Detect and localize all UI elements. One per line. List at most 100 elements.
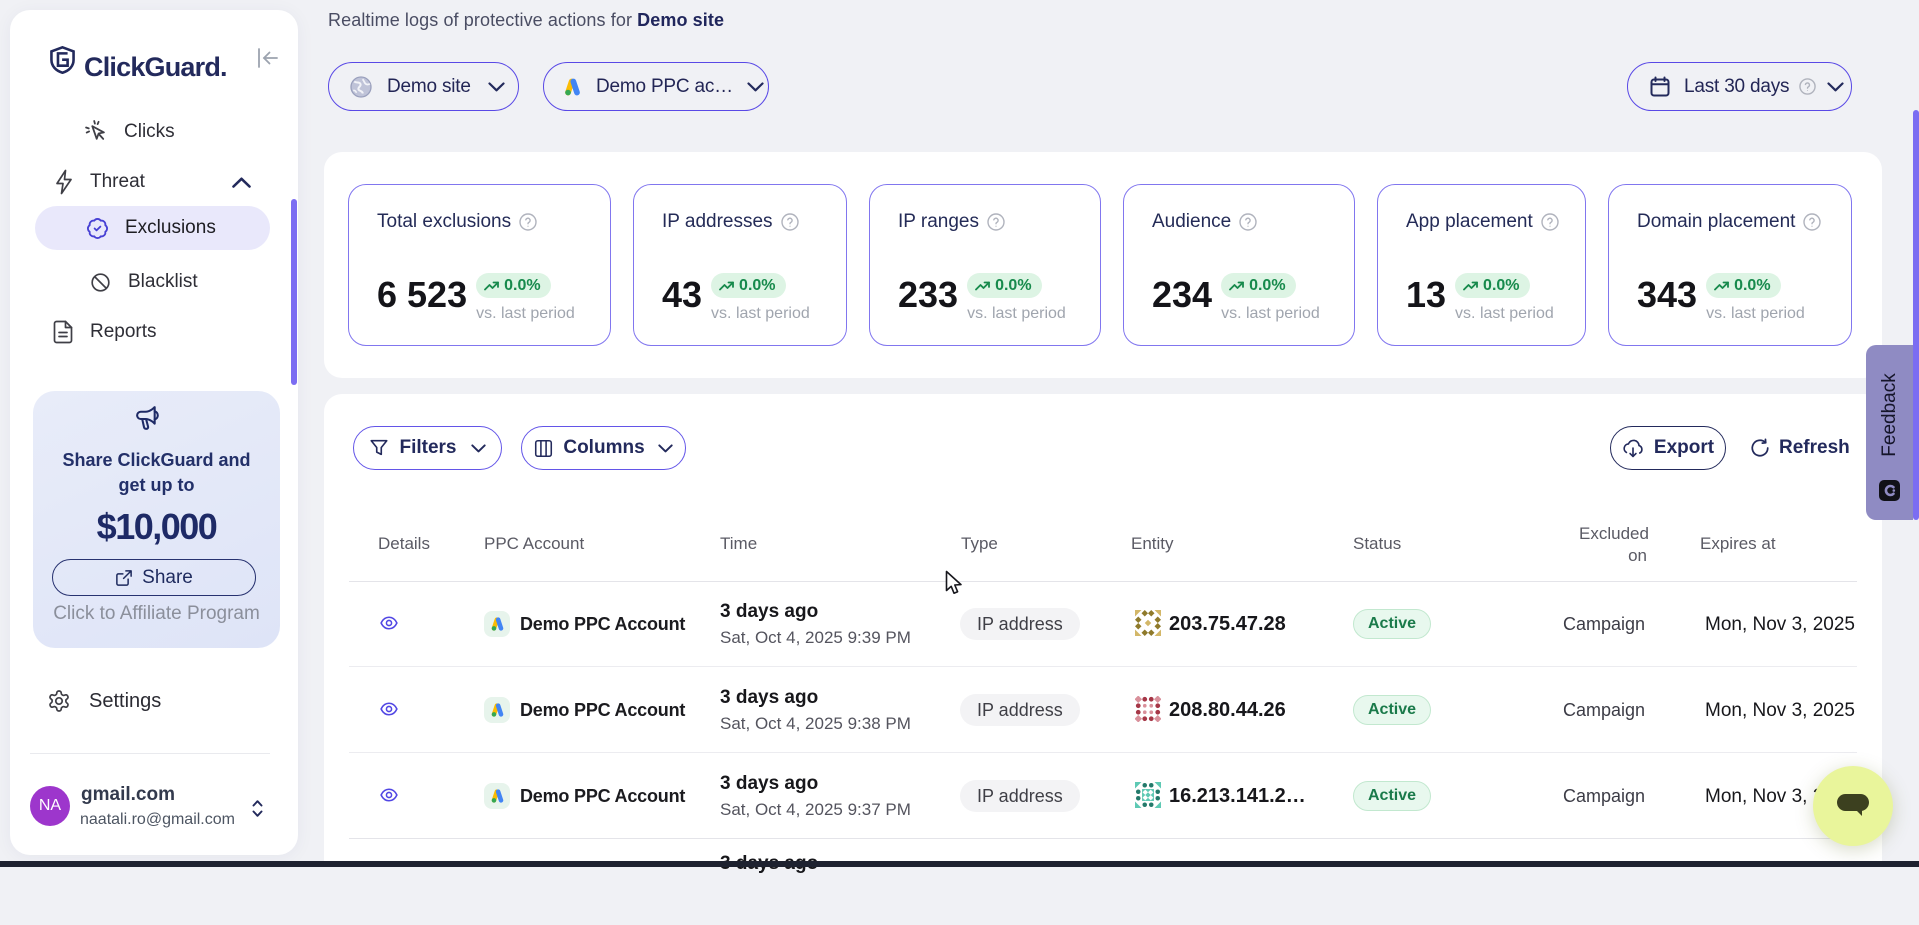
columns-button[interactable]: Columns bbox=[521, 426, 686, 470]
sidebar-item-label: Settings bbox=[89, 690, 161, 713]
col-header-excluded-on[interactable]: Excludedon bbox=[1579, 523, 1647, 567]
type-badge: IP address bbox=[960, 608, 1080, 640]
feedback-tab[interactable]: Feedback bbox=[1866, 345, 1913, 520]
eye-icon[interactable] bbox=[380, 702, 398, 721]
col-header-excluded-line1: Excluded bbox=[1579, 524, 1649, 543]
ban-icon bbox=[90, 272, 111, 293]
page-scrollbar-thumb[interactable] bbox=[1913, 110, 1919, 520]
chevron-down-icon bbox=[488, 82, 505, 92]
badge-check-icon bbox=[86, 217, 109, 240]
time-cell: 3 days ago Sat, Oct 4, 2025 9:38 PM bbox=[720, 687, 911, 734]
stat-title: IP ranges bbox=[898, 211, 979, 233]
chevrons-up-down-icon bbox=[251, 799, 264, 818]
help-circle-icon[interactable] bbox=[1239, 213, 1257, 231]
sidebar-item-clicks[interactable]: Clicks bbox=[84, 108, 175, 156]
site-selector[interactable]: Demo site bbox=[328, 62, 519, 111]
page-subtitle-prefix: Realtime logs of protective actions for bbox=[328, 10, 637, 30]
refresh-button-label: Refresh bbox=[1779, 437, 1850, 459]
ppc-account-cell: Demo PPC Account bbox=[520, 786, 685, 807]
filters-button[interactable]: Filters bbox=[353, 426, 502, 470]
col-header-expires-at[interactable]: Expires at bbox=[1700, 534, 1776, 554]
table-row[interactable]: Demo PPC Account 3 days ago Sat, Oct 4, … bbox=[349, 753, 1857, 839]
entity-identicon bbox=[1135, 610, 1161, 641]
stat-title: Audience bbox=[1152, 211, 1231, 233]
chat-bubble-icon bbox=[1834, 789, 1872, 823]
col-header-status[interactable]: Status bbox=[1353, 534, 1401, 554]
col-header-details[interactable]: Details bbox=[378, 534, 430, 554]
entity-identicon bbox=[1135, 696, 1161, 727]
promo-amount: $10,000 bbox=[33, 507, 280, 547]
exclusions-table-panel: Filters Columns Export Refresh Details P… bbox=[324, 394, 1882, 867]
help-circle-icon[interactable] bbox=[519, 213, 537, 231]
table-row[interactable]: Demo PPC Account 3 days ago Sat, Oct 4, … bbox=[349, 667, 1857, 753]
refresh-button[interactable]: Refresh bbox=[1750, 426, 1850, 470]
time-absolute: Sat, Oct 4, 2025 9:39 PM bbox=[720, 628, 911, 648]
external-link-icon bbox=[115, 569, 133, 587]
columns-icon bbox=[534, 439, 553, 458]
collapse-sidebar-icon[interactable] bbox=[257, 48, 279, 73]
page-subtitle: Realtime logs of protective actions for … bbox=[328, 10, 724, 31]
promo-title-line2: get up to bbox=[33, 473, 280, 498]
sidebar-item-exclusions[interactable]: Exclusions bbox=[35, 206, 270, 250]
trending-up-icon bbox=[1463, 279, 1478, 292]
share-button[interactable]: Share bbox=[52, 559, 256, 596]
trend-caption: vs. last period bbox=[967, 305, 1066, 323]
time-absolute: Sat, Oct 4, 2025 9:38 PM bbox=[720, 714, 911, 734]
trend-caption: vs. last period bbox=[1706, 305, 1805, 323]
google-ads-icon bbox=[484, 697, 510, 723]
user-name: gmail.com bbox=[81, 784, 175, 806]
col-header-ppc-account[interactable]: PPC Account bbox=[484, 534, 584, 554]
sidebar-item-threat[interactable]: Threat bbox=[53, 158, 251, 206]
sidebar-item-blacklist[interactable]: Blacklist bbox=[90, 258, 198, 306]
help-circle-icon[interactable] bbox=[781, 213, 799, 231]
eye-icon[interactable] bbox=[380, 616, 398, 635]
ppc-account-cell: Demo PPC Account bbox=[520, 700, 685, 721]
sidebar-item-reports[interactable]: Reports bbox=[53, 308, 157, 356]
expires-at-cell: Mon, Nov 3, 2025 bbox=[1705, 614, 1855, 636]
lightning-icon bbox=[53, 169, 75, 195]
filters-button-label: Filters bbox=[399, 437, 456, 459]
trend-delta: 0.0% bbox=[504, 277, 540, 295]
stat-value: 13 bbox=[1406, 278, 1446, 311]
filter-icon bbox=[369, 438, 389, 458]
trend-delta: 0.0% bbox=[1249, 277, 1285, 295]
export-button[interactable]: Export bbox=[1610, 426, 1726, 470]
account-selector[interactable]: Demo PPC ac… bbox=[543, 62, 769, 111]
status-badge: Active bbox=[1353, 695, 1431, 725]
stat-card-total-exclusions: Total exclusions 6 523 0.0% vs. last per… bbox=[348, 184, 611, 346]
trending-up-icon bbox=[1714, 279, 1729, 292]
table-row[interactable]: 3 days ago bbox=[349, 839, 1857, 925]
time-cell: 3 days ago Sat, Oct 4, 2025 9:39 PM bbox=[720, 601, 911, 648]
promo-caption: Click to Affiliate Program bbox=[33, 603, 280, 625]
clickguard-logo-icon bbox=[50, 46, 76, 75]
sidebar-item-settings[interactable]: Settings bbox=[47, 677, 161, 725]
google-ads-icon bbox=[484, 611, 510, 637]
help-circle-icon[interactable] bbox=[1541, 213, 1559, 231]
feedback-label: Feedback bbox=[1879, 373, 1901, 456]
trending-up-icon bbox=[975, 279, 990, 292]
affiliate-promo-card[interactable]: Share ClickGuard and get up to $10,000 S… bbox=[33, 391, 280, 648]
col-header-entity[interactable]: Entity bbox=[1131, 534, 1174, 554]
expires-at-cell: Mon, Nov 3, 2025 bbox=[1705, 700, 1855, 722]
page-subtitle-site: Demo site bbox=[637, 10, 724, 30]
col-header-time[interactable]: Time bbox=[720, 534, 757, 554]
promo-title: Share ClickGuard and get up to bbox=[33, 448, 280, 498]
share-button-label: Share bbox=[142, 567, 193, 589]
trending-up-icon bbox=[1229, 279, 1244, 292]
table-row[interactable]: Demo PPC Account 3 days ago Sat, Oct 4, … bbox=[349, 581, 1857, 667]
user-email: naatali.ro@gmail.com bbox=[80, 811, 235, 829]
help-circle-icon[interactable] bbox=[1803, 213, 1821, 231]
stat-card-audience: Audience 234 0.0% vs. last period bbox=[1123, 184, 1355, 346]
chat-widget-button[interactable] bbox=[1813, 766, 1893, 846]
help-circle-icon[interactable] bbox=[987, 213, 1005, 231]
sidebar-divider bbox=[30, 753, 270, 754]
time-relative: 3 days ago bbox=[720, 687, 911, 709]
date-range-selector[interactable]: Last 30 days bbox=[1627, 62, 1852, 111]
eye-icon[interactable] bbox=[380, 788, 398, 807]
brand-name: ClickGuard. bbox=[84, 52, 227, 83]
stats-panel: Total exclusions 6 523 0.0% vs. last per… bbox=[324, 152, 1882, 378]
col-header-type[interactable]: Type bbox=[961, 534, 998, 554]
sidebar-item-label: Threat bbox=[90, 171, 145, 193]
trend-badge: 0.0% bbox=[1455, 273, 1529, 298]
sidebar-scrollbar-thumb[interactable] bbox=[291, 199, 297, 385]
